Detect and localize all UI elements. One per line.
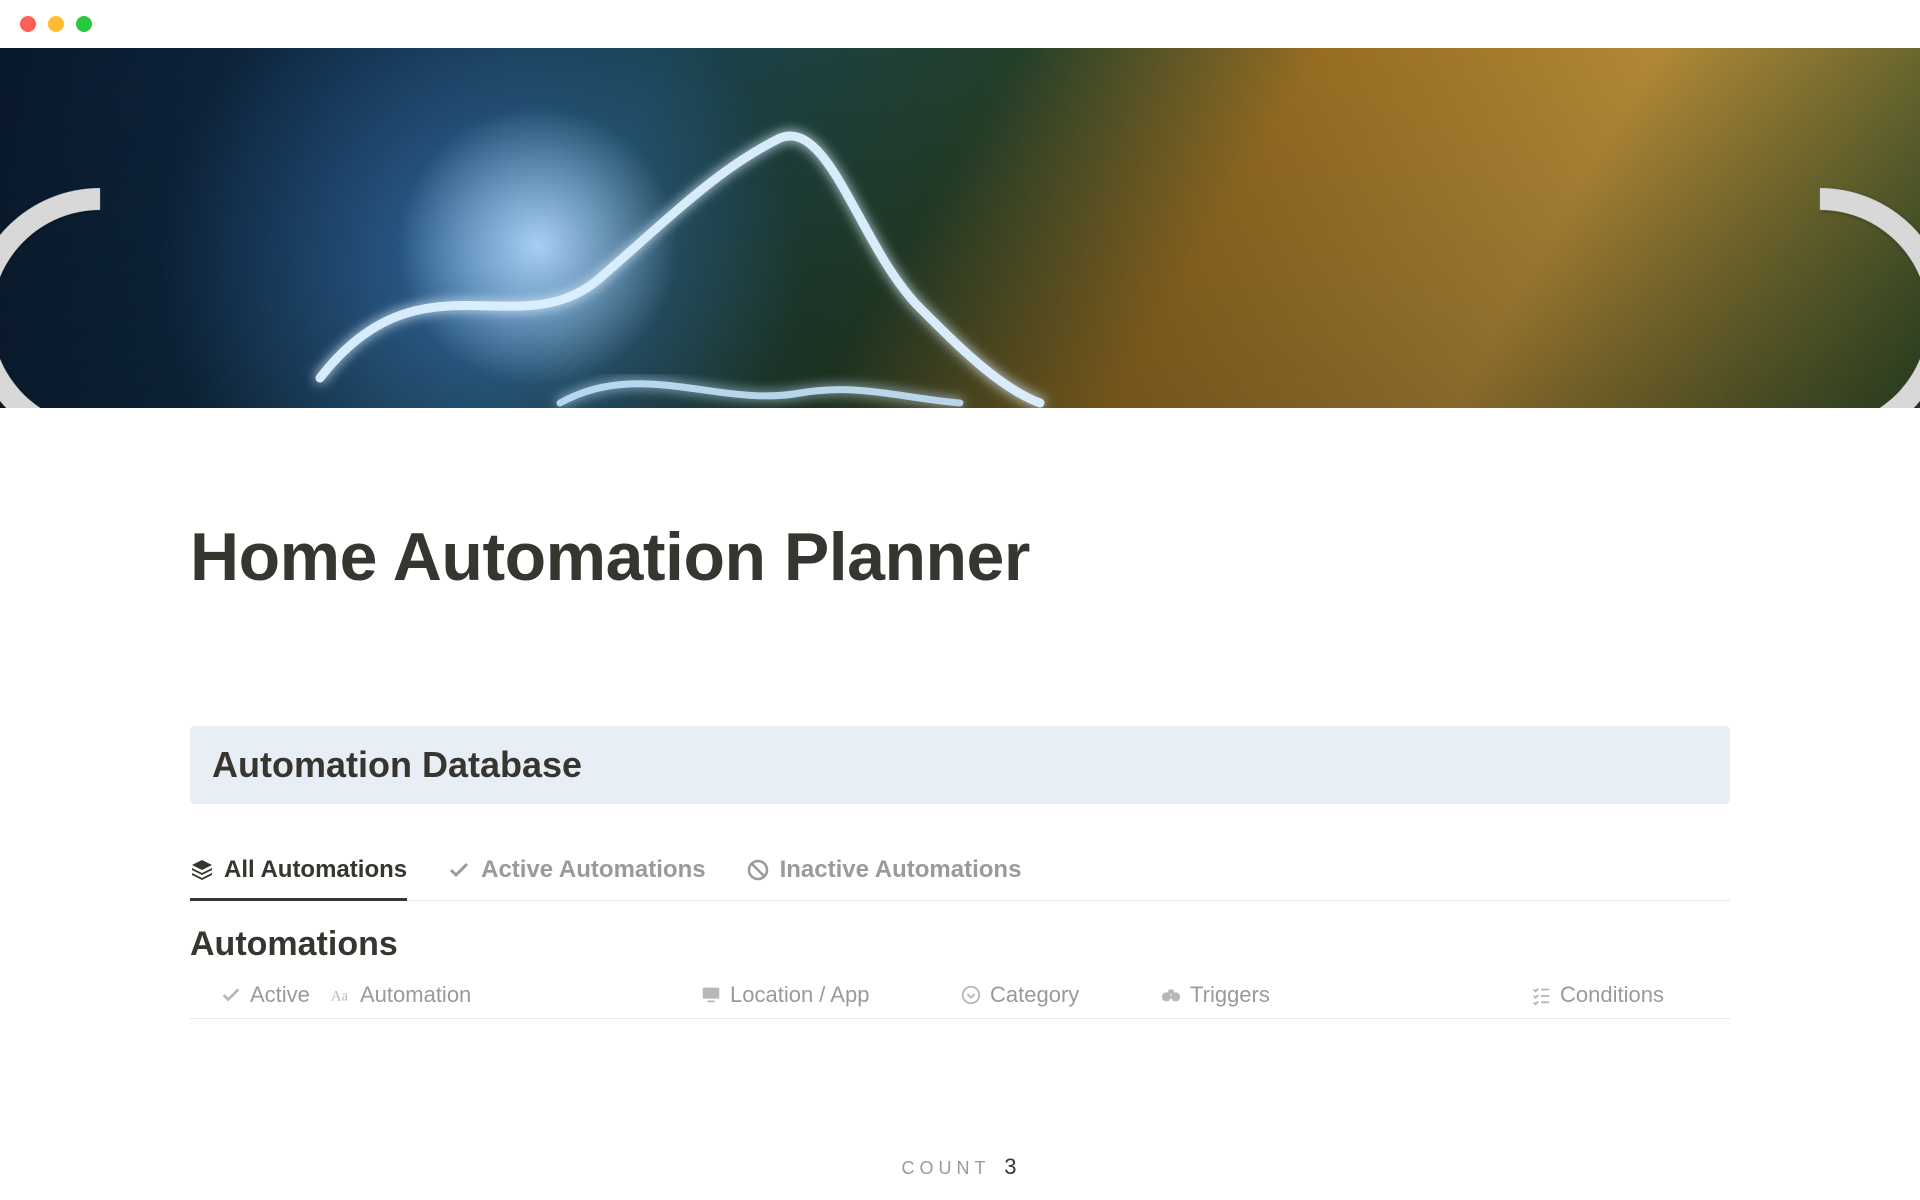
column-conditions[interactable]: Conditions bbox=[1530, 982, 1730, 1008]
column-automation[interactable]: Aa Automation bbox=[330, 982, 700, 1008]
column-category[interactable]: Category bbox=[960, 982, 1160, 1008]
column-label: Triggers bbox=[1190, 982, 1270, 1008]
tab-all-automations[interactable]: All Automations bbox=[190, 856, 407, 901]
column-label: Active bbox=[250, 982, 310, 1008]
prohibit-icon bbox=[746, 858, 770, 882]
window-close-button[interactable] bbox=[20, 16, 36, 32]
window-maximize-button[interactable] bbox=[76, 16, 92, 32]
tab-inactive-automations[interactable]: Inactive Automations bbox=[746, 856, 1022, 901]
check-icon bbox=[447, 858, 471, 882]
count-label: COUNT bbox=[902, 1158, 991, 1178]
window-minimize-button[interactable] bbox=[48, 16, 64, 32]
window-chrome bbox=[0, 0, 1920, 48]
column-label: Location / App bbox=[730, 982, 869, 1008]
tab-active-automations[interactable]: Active Automations bbox=[447, 856, 705, 901]
cover-image[interactable] bbox=[0, 48, 1920, 408]
check-icon bbox=[220, 984, 242, 1006]
callout-block[interactable]: Automation Database bbox=[190, 726, 1730, 804]
stack-icon bbox=[190, 858, 214, 882]
count-value: 3 bbox=[1004, 1154, 1018, 1179]
monitor-icon bbox=[700, 984, 722, 1006]
count-footer: COUNT 3 bbox=[0, 1154, 1920, 1180]
tab-label: Active Automations bbox=[481, 856, 705, 884]
select-icon bbox=[960, 984, 982, 1006]
view-tabs: All Automations Active Automations Inact… bbox=[190, 856, 1730, 901]
column-triggers[interactable]: Triggers bbox=[1160, 982, 1530, 1008]
database-title[interactable]: Automations bbox=[190, 925, 1730, 964]
table-header-row: Active Aa Automation Location / App Cate… bbox=[190, 982, 1730, 1019]
column-label: Category bbox=[990, 982, 1079, 1008]
tab-label: Inactive Automations bbox=[780, 856, 1022, 884]
binoculars-icon bbox=[1160, 984, 1182, 1006]
column-label: Conditions bbox=[1560, 982, 1664, 1008]
tab-label: All Automations bbox=[224, 856, 407, 884]
page-title[interactable]: Home Automation Planner bbox=[190, 518, 1730, 596]
callout-heading: Automation Database bbox=[212, 744, 1708, 786]
column-active[interactable]: Active bbox=[190, 982, 330, 1008]
column-location[interactable]: Location / App bbox=[700, 982, 960, 1008]
title-icon: Aa bbox=[330, 984, 352, 1006]
svg-text:Aa: Aa bbox=[331, 989, 349, 1005]
column-label: Automation bbox=[360, 982, 471, 1008]
checklist-icon bbox=[1530, 984, 1552, 1006]
